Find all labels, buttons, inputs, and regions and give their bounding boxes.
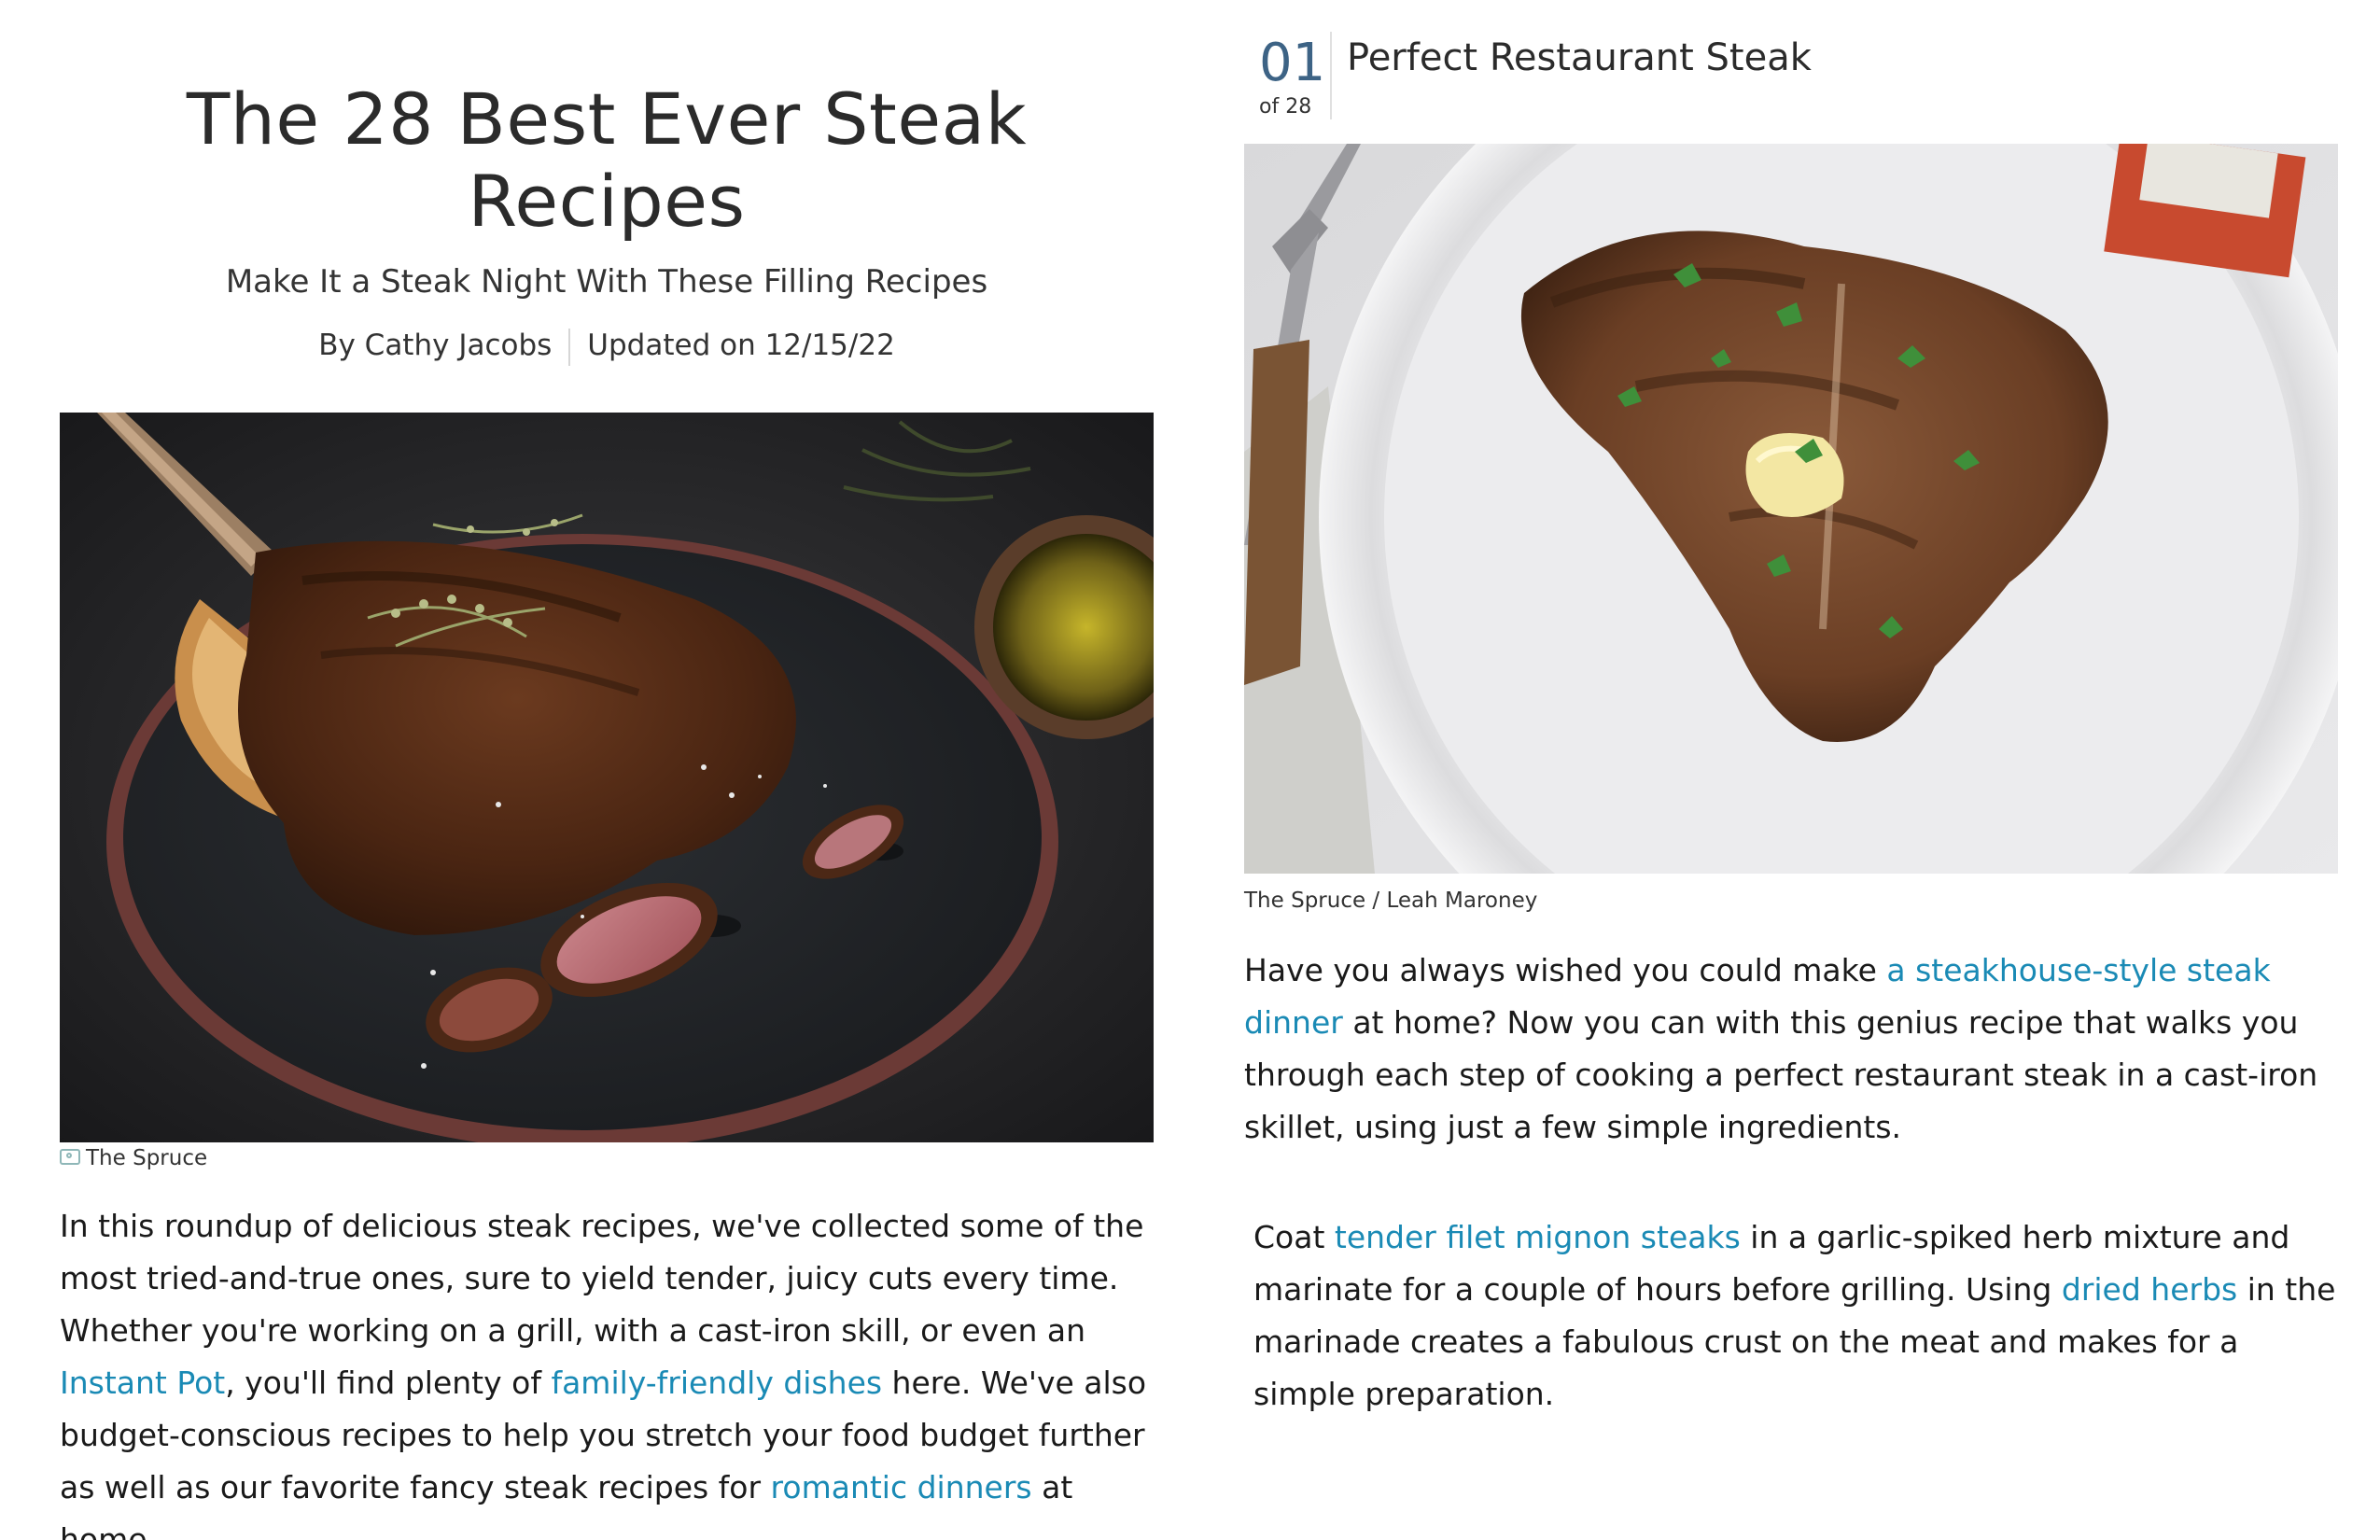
recipe-description: Have you always wished you could make a … xyxy=(1244,945,2345,1154)
item-title-link[interactable]: Perfect Restaurant Steak xyxy=(1347,35,1812,80)
intro-paragraph: In this roundup of delicious steak recip… xyxy=(60,1200,1161,1540)
updated-date: Updated on 12/15/22 xyxy=(587,329,895,362)
next-recipe-description: Coat tender filet mignon steaks in a gar… xyxy=(1253,1211,2345,1421)
dried-herbs-link[interactable]: dried herbs xyxy=(2062,1271,2237,1308)
family-friendly-dishes-link[interactable]: family-friendly dishes xyxy=(551,1365,882,1401)
intro-text-1: In this roundup of delicious steak recip… xyxy=(60,1208,1144,1349)
camera-icon xyxy=(60,1149,80,1165)
romantic-dinners-link[interactable]: romantic dinners xyxy=(771,1469,1032,1505)
article-page: The 28 Best Ever Steak Recipes Make It a… xyxy=(0,0,2380,1540)
page-title: The 28 Best Ever Steak Recipes xyxy=(186,77,1028,243)
author-link[interactable]: By Cathy Jacobs xyxy=(318,329,552,362)
recipe-photo-caption: The Spruce / Leah Maroney xyxy=(1244,889,1538,913)
instant-pot-link[interactable]: Instant Pot xyxy=(60,1365,225,1401)
page-subtitle: Make It a Steak Night With These Filling… xyxy=(225,263,988,301)
recipe-photo[interactable] xyxy=(1244,144,2338,874)
filet-mignon-link[interactable]: tender filet mignon steaks xyxy=(1335,1219,1741,1255)
next-description-text-1: Coat xyxy=(1253,1219,1335,1255)
hero-caption: The Spruce xyxy=(60,1144,207,1172)
hero-image xyxy=(60,413,1154,1142)
byline-divider xyxy=(568,328,571,366)
item-number-block: 01 of 28 xyxy=(1244,32,1332,119)
hero-caption-text: The Spruce xyxy=(86,1146,208,1170)
intro-text-2: , you'll find plenty of xyxy=(225,1365,552,1401)
recipe-description-text-2: at home? Now you can with this genius re… xyxy=(1244,1004,2318,1145)
article-header-column: The 28 Best Ever Steak Recipes Make It a… xyxy=(60,0,1154,1540)
byline: By Cathy Jacobs Updated on 12/15/22 xyxy=(60,327,1154,366)
recipe-description-text-1: Have you always wished you could make xyxy=(1244,952,1887,988)
item-count: of 28 xyxy=(1259,95,1312,119)
item-number: 01 xyxy=(1259,33,1326,93)
